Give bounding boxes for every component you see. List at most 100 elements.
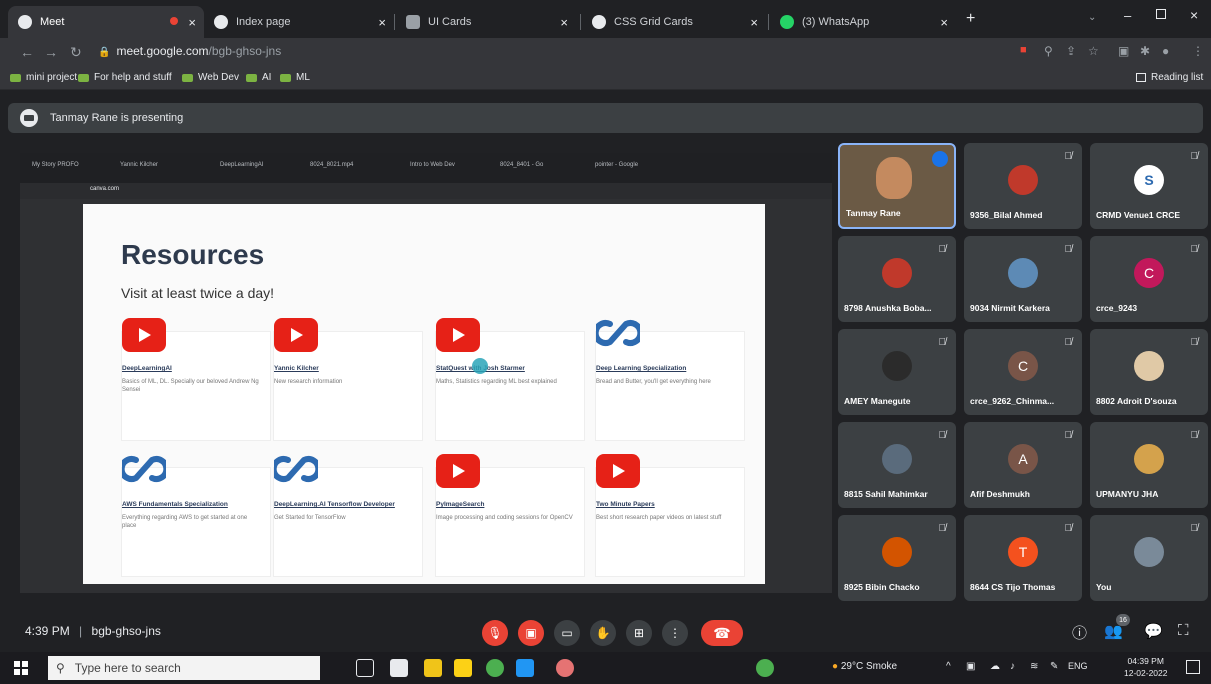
folder-icon[interactable]	[454, 659, 472, 677]
mic-off-icon: 🎙̸	[1064, 523, 1073, 534]
page-icon	[406, 15, 420, 29]
close-tab-icon[interactable]: ×	[188, 15, 196, 30]
avatar	[882, 444, 912, 474]
activities-icon[interactable]: ⛶	[1178, 622, 1189, 639]
participant-tile[interactable]: 🎙̸ UPMANYU JHA	[1090, 422, 1208, 508]
participant-tile[interactable]: 🎙̸ 9356_Bilal Ahmed	[964, 143, 1082, 229]
clock-time: 04:39 PM	[1127, 656, 1164, 666]
app-icon[interactable]	[756, 659, 774, 677]
maximize-icon[interactable]	[1156, 9, 1166, 19]
participant-tile-self[interactable]: 🎙̸ You	[1090, 515, 1208, 601]
taskbar-search-field[interactable]: ⚲ Type here to search	[48, 656, 320, 680]
mic-off-icon: 🎙̸	[1064, 337, 1073, 348]
reload-icon[interactable]: ↻	[70, 44, 82, 61]
mic-off-icon: 🎙̸	[1190, 430, 1199, 441]
reading-list-icon	[1136, 73, 1146, 82]
participant-tile[interactable]: 🎙̸ 8925 Bibin Chacko	[838, 515, 956, 601]
coursera-logo-icon	[122, 456, 166, 482]
mic-toggle-button[interactable]: 🎙	[482, 620, 508, 646]
close-tab-icon[interactable]: ×	[560, 15, 568, 30]
participant-tile[interactable]: 🎙̸ A Afif Deshmukh	[964, 422, 1082, 508]
store-icon[interactable]	[424, 659, 442, 677]
tab-index-page[interactable]: Index page ×	[204, 6, 394, 38]
participant-tile[interactable]: 🎙̸ AMEY Manegute	[838, 329, 956, 415]
more-options-button[interactable]: ⋮	[662, 620, 688, 646]
camera-toggle-button[interactable]: ▣	[518, 620, 544, 646]
leave-call-button[interactable]: ☎	[701, 620, 743, 646]
file-explorer-icon[interactable]	[390, 659, 408, 677]
close-window-icon[interactable]: ×	[1190, 7, 1198, 23]
participant-tile[interactable]: 🎙̸ 9034 Nirmit Karkera	[964, 236, 1082, 322]
task-view-icon[interactable]	[356, 659, 374, 677]
vscode-icon[interactable]	[516, 659, 534, 677]
close-tab-icon[interactable]: ×	[378, 15, 386, 30]
bookmark-ai[interactable]: AI	[246, 72, 271, 83]
pen-icon[interactable]: ✎	[1050, 661, 1058, 672]
reading-list-button[interactable]: Reading list	[1136, 72, 1203, 83]
new-tab-button[interactable]: +	[966, 10, 975, 28]
minimize-icon[interactable]: –	[1124, 8, 1131, 23]
weather-widget[interactable]: ● 29°C Smoke	[832, 661, 897, 672]
bookmark-ml[interactable]: ML	[280, 72, 310, 83]
cloud-icon[interactable]: ☁	[990, 661, 1000, 672]
avatar	[1134, 537, 1164, 567]
back-icon[interactable]: ←	[20, 44, 34, 60]
bookmark-mini-project[interactable]: mini project	[10, 72, 77, 83]
language-indicator[interactable]: ENG	[1068, 661, 1088, 671]
chrome-icon[interactable]	[486, 659, 504, 677]
taskbar-clock[interactable]: 04:39 PM 12-02-2022	[1124, 655, 1167, 679]
bookmark-for-help[interactable]: For help and stuff	[78, 72, 172, 83]
tray-expand-icon[interactable]: ^	[946, 661, 951, 672]
url-field[interactable]: 🔒 meet.google.com/bgb-ghso-jns	[98, 44, 281, 58]
tab-meet[interactable]: Meet ×	[8, 6, 204, 38]
notifications-icon[interactable]	[1186, 660, 1200, 674]
share-icon[interactable]: ⇪	[1066, 44, 1076, 58]
camera-indicator-icon[interactable]: ■	[1020, 44, 1027, 56]
menu-icon[interactable]: ⋮	[1192, 44, 1204, 58]
shared-screen: My Story PROFO Yannic Kilcher DeepLearni…	[20, 153, 832, 593]
meeting-info: 4:39 PM | bgb-ghso-jns	[25, 624, 161, 638]
participant-tile[interactable]: 🎙̸ S CRMD Venue1 CRCE	[1090, 143, 1208, 229]
youtube-logo-icon	[122, 318, 166, 352]
participant-tile-presenter[interactable]: Tanmay Rane	[838, 143, 956, 229]
tab-ui-cards[interactable]: UI Cards ×	[396, 6, 576, 38]
participant-tile[interactable]: 🎙̸ T 8644 CS Tijo Thomas	[964, 515, 1082, 601]
resource-card: PyImageSearch Image processing and codin…	[435, 454, 585, 577]
raise-hand-button[interactable]: ✋	[590, 620, 616, 646]
windows-start-icon[interactable]	[14, 661, 28, 675]
network-icon[interactable]: ≋	[1030, 661, 1038, 672]
chrome-profile-icon[interactable]	[556, 659, 574, 677]
tab-css-grid-cards[interactable]: CSS Grid Cards ×	[582, 6, 766, 38]
tray-app-icon[interactable]: ▣	[966, 661, 975, 672]
card-description: Maths, Statistics regarding ML best expl…	[436, 379, 557, 385]
forward-icon[interactable]: →	[44, 44, 58, 60]
participant-tile[interactable]: 🎙̸ 8802 Adroit D'souza	[1090, 329, 1208, 415]
card-description: Bread and Butter, you'll get everything …	[596, 379, 711, 385]
present-button[interactable]: ⊞	[626, 620, 652, 646]
speaker-icon[interactable]: ♪	[1010, 661, 1015, 672]
close-tab-icon[interactable]: ×	[750, 15, 758, 30]
zoom-icon[interactable]: ⚲	[1044, 44, 1053, 58]
bookmark-web-dev[interactable]: Web Dev	[182, 72, 239, 83]
mic-off-icon: 🎙̸	[1190, 151, 1199, 162]
participant-tile[interactable]: 🎙̸ 8815 Sahil Mahimkar	[838, 422, 956, 508]
clock-date: 12-02-2022	[1124, 668, 1168, 678]
extension-icon[interactable]: ▣	[1118, 44, 1129, 58]
chrome-icon	[592, 15, 606, 29]
participant-name: Afif Deshmukh	[970, 489, 1030, 499]
participant-tile[interactable]: 🎙̸ C crce_9243	[1090, 236, 1208, 322]
participant-tile[interactable]: 🎙̸ C crce_9262_Chinma...	[964, 329, 1082, 415]
participant-tile[interactable]: 🎙̸ 8798 Anushka Boba...	[838, 236, 956, 322]
card-title: PyImageSearch	[436, 501, 485, 508]
profile-avatar-icon[interactable]: ●	[1162, 44, 1169, 58]
tab-search-icon[interactable]: ⌄	[1088, 12, 1096, 23]
close-tab-icon[interactable]: ×	[940, 15, 948, 30]
captions-button[interactable]: ▭	[554, 620, 580, 646]
mic-off-icon: 🎙̸	[938, 523, 947, 534]
extensions-puzzle-icon[interactable]: ✱	[1140, 44, 1150, 58]
tab-whatsapp[interactable]: (3) WhatsApp ×	[770, 6, 956, 38]
info-icon[interactable]: ⓘ	[1072, 622, 1087, 643]
mic-off-icon: 🎙̸	[1064, 151, 1073, 162]
chat-icon[interactable]: 💬	[1144, 622, 1163, 640]
bookmark-star-icon[interactable]: ☆	[1088, 44, 1099, 58]
